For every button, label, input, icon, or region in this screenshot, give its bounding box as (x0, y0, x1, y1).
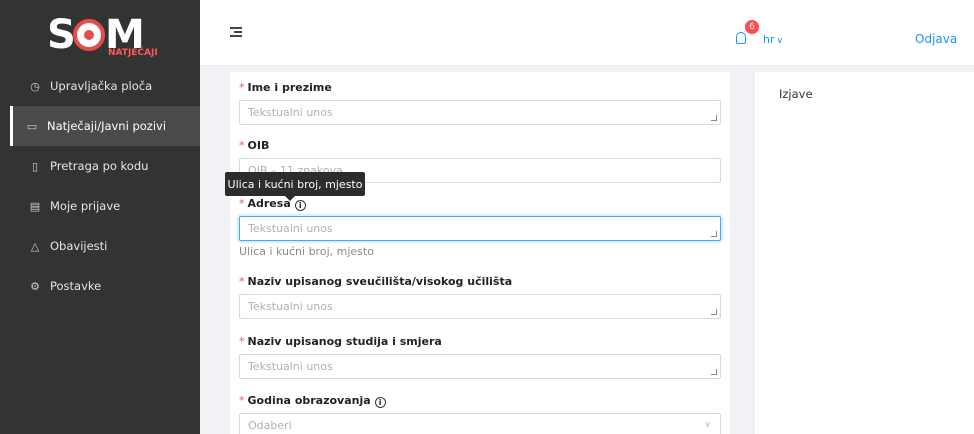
logo-subtitle: NATJEČAJI (108, 48, 158, 58)
field-label: * OIB (239, 138, 721, 154)
right-panel: Izjave (755, 72, 974, 434)
logout-link[interactable]: Odjava (915, 32, 957, 46)
sidebar-item-label: Pretraga po kodu (50, 159, 149, 173)
required-mark: * (239, 139, 245, 152)
chevron-down-icon: ∨ (776, 36, 784, 46)
required-mark: * (239, 394, 245, 407)
field-label: * Ime i prezime (239, 80, 721, 96)
required-mark: * (239, 81, 245, 94)
sidebar: S M NATJEČAJI ◷ Upravljačka ploča ▭ Natj… (0, 0, 200, 434)
language-value: hr (763, 33, 775, 46)
field-address: * Adresa i Tekstualni unos Ulica i kućni b… (239, 196, 721, 258)
study-program-input[interactable]: Tekstualni unos (239, 354, 721, 379)
logo[interactable]: S M NATJEČAJI (0, 0, 200, 66)
sidebar-item-label: Natječaji/Javni pozivi (47, 119, 167, 133)
field-study-program: * Naziv upisanog studija i smjera Tekstua… (239, 334, 721, 379)
dashboard-icon: ◷ (30, 79, 40, 93)
sidebar-item-label: Obavijesti (50, 239, 108, 253)
logo-letter-s: S (47, 12, 76, 58)
top-header: 6 hr ∨ Odjava (200, 0, 974, 66)
notification-badge: 6 (745, 20, 759, 34)
statements-link[interactable]: Izjave (779, 87, 813, 101)
field-university: * Naziv upisanog sveučilišta/visokog učil… (239, 274, 721, 319)
university-input[interactable]: Tekstualni unos (239, 294, 721, 319)
notification-bell-icon[interactable] (736, 32, 746, 44)
info-icon[interactable]: i (374, 397, 386, 408)
folder-open-icon: ▭ (26, 119, 38, 133)
sidebar-item-label: Upravljačka ploča (50, 79, 153, 93)
file-icon: ▯ (31, 159, 39, 173)
field-label-text: OIB (247, 139, 270, 152)
required-mark: * (239, 335, 245, 348)
required-mark: * (239, 275, 245, 288)
full-name-input[interactable]: Tekstualni unos (239, 100, 721, 125)
required-mark: * (239, 197, 245, 210)
sidebar-item-notifications[interactable]: △ Obavijesti (0, 226, 200, 266)
app-page: S M NATJEČAJI ◷ Upravljačka ploča ▭ Natj… (0, 0, 974, 434)
field-label-text: Ime i prezime (247, 81, 332, 94)
sidebar-item-dashboard[interactable]: ◷ Upravljačka ploča (0, 66, 200, 106)
logo-ring-icon (73, 19, 105, 51)
field-full-name: * Ime i prezime Tekstualni unos (239, 80, 721, 125)
info-icon[interactable]: i (294, 200, 306, 211)
sidebar-nav: ◷ Upravljačka ploča ▭ Natječaji/Javni po… (0, 66, 200, 306)
address-help-text: Ulica i kućni broj, mjesto (239, 245, 374, 258)
field-label: * Naziv upisanog studija i smjera (239, 334, 721, 350)
address-input[interactable]: Tekstualni unos (239, 216, 721, 241)
field-label-text: Naziv upisanog studija i smjera (247, 335, 442, 348)
field-label: * Adresa i (239, 196, 721, 212)
field-label: * Naziv upisanog sveučilišta/visokog učil… (239, 274, 721, 290)
gear-icon: ⚙ (30, 279, 40, 293)
field-label-text: Godina obrazovanja (247, 394, 371, 407)
sidebar-item-my-applications[interactable]: ▤ Moje prijave (0, 186, 200, 226)
sidebar-item-search-code[interactable]: ▯ Pretraga po kodu (0, 146, 200, 186)
field-label: * Godina obrazovanja i (239, 393, 721, 409)
education-year-select[interactable]: Odaberi ∨ (239, 413, 721, 434)
sidebar-item-natjecaji[interactable]: ▭ Natječaji/Javni pozivi (10, 106, 200, 146)
language-selector[interactable]: hr ∨ (763, 33, 783, 46)
chevron-down-icon: ∨ (704, 420, 711, 430)
menu-fold-icon[interactable] (230, 27, 242, 37)
bell-icon: △ (30, 239, 40, 253)
sidebar-item-label: Postavke (50, 279, 102, 293)
field-education-year: * Godina obrazovanja i Odaberi ∨ (239, 393, 721, 434)
address-tooltip: Ulica i kućni broj, mjesto (225, 172, 365, 201)
field-label-text: Naziv upisanog sveučilišta/visokog učili… (247, 275, 513, 288)
file-text-icon: ▤ (29, 199, 41, 213)
sidebar-item-label: Moje prijave (50, 199, 121, 213)
application-form: * Ime i prezime Tekstualni unos * OIB OIB … (230, 72, 730, 434)
select-placeholder: Odaberi (248, 419, 292, 432)
sidebar-item-settings[interactable]: ⚙ Postavke (0, 266, 200, 306)
